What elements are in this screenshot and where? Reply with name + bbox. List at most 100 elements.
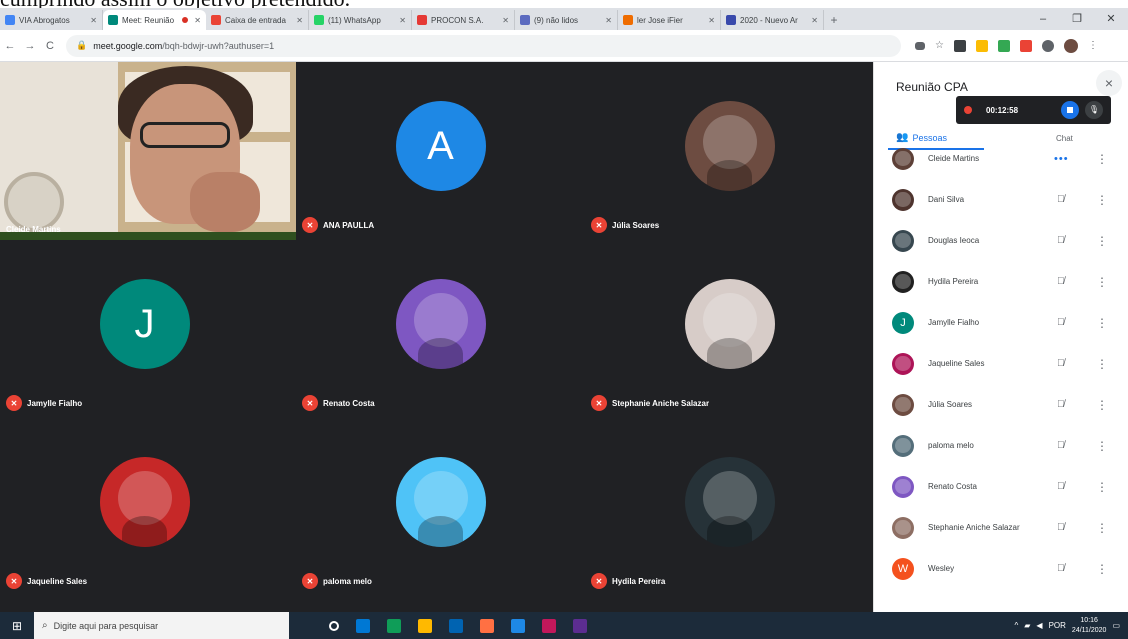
taskbar-app-icon[interactable] [356,618,370,633]
participant-name: ✕ Jaqueline Sales [6,573,87,589]
more-options-icon[interactable]: ⋮ [1096,234,1108,248]
more-options-icon[interactable]: ⋮ [1096,398,1108,412]
browser-tab[interactable]: PROCON S.A. ✕ [412,10,515,30]
taskbar-app-icon[interactable] [449,618,463,633]
mic-off-icon: 🎙̸ [1057,481,1065,492]
minimize-button[interactable]: – [1026,8,1060,30]
more-options-icon[interactable]: ⋮ [1096,316,1108,330]
participant-tile: ✕ Renato Costa [296,240,585,418]
more-options-icon[interactable]: ⋮ [1096,562,1108,576]
close-tab-icon[interactable]: ✕ [194,16,201,25]
tab-title: ler Jose iFier [637,15,683,25]
reload-button[interactable]: C [40,40,60,52]
taskbar-app-icon[interactable] [542,618,556,633]
avatar [892,147,914,170]
mic-icon[interactable]: 🎙 [1085,101,1103,119]
participant-row[interactable]: Dani Silva 🎙̸ ⋮ [874,179,1128,220]
extension-icon[interactable] [975,39,988,52]
extension-icons: ☆ ⋮ [915,38,1098,53]
browser-tab[interactable]: 2020 - Nuevo Ar ✕ [721,10,824,30]
participant-name: ✕ paloma melo [302,573,372,589]
taskbar-app-icon[interactable] [573,618,587,633]
tab-title: Caixa de entrada [225,15,286,25]
participant-row[interactable]: Hydila Pereira 🎙̸ ⋮ [874,261,1128,302]
avatar [684,101,775,191]
profile-avatar[interactable] [1063,38,1078,53]
browser-tab[interactable]: (9) não lidos ✕ [515,10,618,30]
mic-off-icon: ✕ [6,395,22,411]
participant-row[interactable]: Cleide Martins ••• ⋮ [874,138,1128,179]
extension-icon[interactable] [953,39,966,52]
close-tab-icon[interactable]: ✕ [90,16,97,25]
participant-name: Hydila Pereira [928,277,979,286]
more-options-icon[interactable]: ⋮ [1096,521,1108,535]
close-panel-button[interactable]: × [1096,70,1122,96]
notification-icon[interactable]: ▭ [1112,621,1120,630]
avatar [684,279,775,369]
mic-off-icon: 🎙̸ [1057,317,1065,328]
participant-row[interactable]: Douglas Ieoca 🎙̸ ⋮ [874,220,1128,261]
participant-row[interactable]: W Wesley 🎙̸ ⋮ [874,548,1128,589]
participant-name: ✕ Jamylle Fialho [6,395,82,411]
new-tab-button[interactable]: + [824,10,844,30]
puzzle-icon[interactable] [1041,39,1054,52]
stop-recording-button[interactable] [1061,101,1079,119]
avatar [99,457,190,547]
more-options-icon[interactable]: ⋮ [1096,193,1108,207]
more-options-icon[interactable]: ⋮ [1096,357,1108,371]
chevron-up-icon[interactable]: ^ [1015,621,1019,630]
browser-tab[interactable]: ler Jose iFier ✕ [618,10,721,30]
browser-tab[interactable]: Meet: Reunião ✕ [103,10,206,30]
participant-row[interactable]: J Jamylle Fialho 🎙̸ ⋮ [874,302,1128,343]
browser-tab[interactable]: (11) WhatsApp ✕ [309,10,412,30]
address-bar[interactable]: 🔒 meet.google.com /bqh-bdwjr-uwh?authuse… [66,34,901,57]
close-window-button[interactable]: ✕ [1094,8,1128,30]
extension-icon[interactable] [997,39,1010,52]
maximize-button[interactable]: ❐ [1060,8,1094,30]
back-button[interactable]: ← [0,40,20,52]
windows-taskbar: ⊞ ⌕ Digite aqui para pesquisar ^ ▰ ◀ POR… [0,612,1128,639]
participant-row[interactable]: Renato Costa 🎙̸ ⋮ [874,466,1128,507]
more-options-icon[interactable]: ⋮ [1096,480,1108,494]
close-tab-icon[interactable]: ✕ [708,16,715,25]
taskbar-app-icon[interactable] [329,620,339,631]
screen: cumprindo assim o objetivo pretendido. V… [0,0,1128,639]
camera-icon[interactable] [915,41,925,50]
forward-button[interactable]: → [20,40,40,52]
close-tab-icon[interactable]: ✕ [296,16,303,25]
close-tab-icon[interactable]: ✕ [605,16,612,25]
taskbar-app-icon[interactable] [387,618,401,633]
star-icon[interactable]: ☆ [935,40,944,51]
close-tab-icon[interactable]: ✕ [502,16,509,25]
meeting-title: Reunião CPA [896,80,968,94]
taskbar-search[interactable]: ⌕ Digite aqui para pesquisar [34,612,289,639]
more-options-icon[interactable]: ⋮ [1096,275,1108,289]
participant-name-label: ANA PAULLA [323,220,375,230]
taskbar-app-icon[interactable] [511,618,525,633]
window-controls: – ❐ ✕ [1026,8,1128,30]
more-options-icon[interactable]: ⋮ [1096,439,1108,453]
menu-icon[interactable]: ⋮ [1088,40,1098,51]
network-icon[interactable]: ▰ [1024,621,1030,630]
taskbar-app-icon[interactable] [480,618,494,633]
close-tab-icon[interactable]: ✕ [811,16,818,25]
clock[interactable]: 10:16 24/11/2020 [1072,616,1107,636]
browser-tab[interactable]: VIA Abrogatos ✕ [0,10,103,30]
participant-row[interactable]: Jaqueline Sales 🎙̸ ⋮ [874,343,1128,384]
participant-name-label: Stephanie Aniche Salazar [612,398,710,408]
participant-row[interactable]: paloma melo 🎙̸ ⋮ [874,425,1128,466]
participant-row[interactable]: Júlia Soares 🎙̸ ⋮ [874,384,1128,425]
volume-icon[interactable]: ◀ [1036,621,1042,630]
more-options-icon[interactable]: ⋮ [1096,152,1108,166]
participant-row[interactable]: Stephanie Aniche Salazar 🎙̸ ⋮ [874,507,1128,548]
mic-off-icon: 🎙̸ [1057,563,1065,574]
windows-start-icon[interactable]: ⊞ [0,619,34,633]
browser-tab[interactable]: Caixa de entrada ✕ [206,10,309,30]
tab-title: Meet: Reunião [122,15,175,25]
participant-name: Stephanie Aniche Salazar [928,523,1020,532]
taskbar-apps [329,618,587,633]
extension-icon[interactable] [1019,39,1032,52]
close-tab-icon[interactable]: ✕ [399,16,406,25]
taskbar-app-icon[interactable] [418,618,432,633]
language-indicator[interactable]: POR [1049,621,1066,630]
